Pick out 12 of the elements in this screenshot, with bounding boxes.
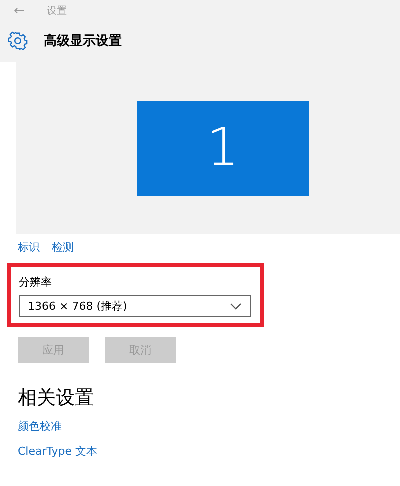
field-label: 分辨率: [19, 275, 53, 290]
link[interactable]: 颜色校准: [18, 419, 62, 434]
resolution-dropdown[interactable]: 1366 × 768 (推荐): [19, 295, 251, 317]
link[interactable]: 标识: [18, 240, 40, 255]
link[interactable]: ClearType 文本: [18, 444, 98, 459]
section-heading: 相关设置: [17, 386, 95, 411]
monitor-tile[interactable]: 1: [137, 100, 309, 196]
chevron-icon: [230, 302, 242, 310]
page-title: 高级显示设置: [44, 32, 122, 50]
link[interactable]: 检测: [52, 240, 74, 255]
settings-icon: [8, 31, 28, 51]
window-title: 设置: [46, 4, 67, 18]
